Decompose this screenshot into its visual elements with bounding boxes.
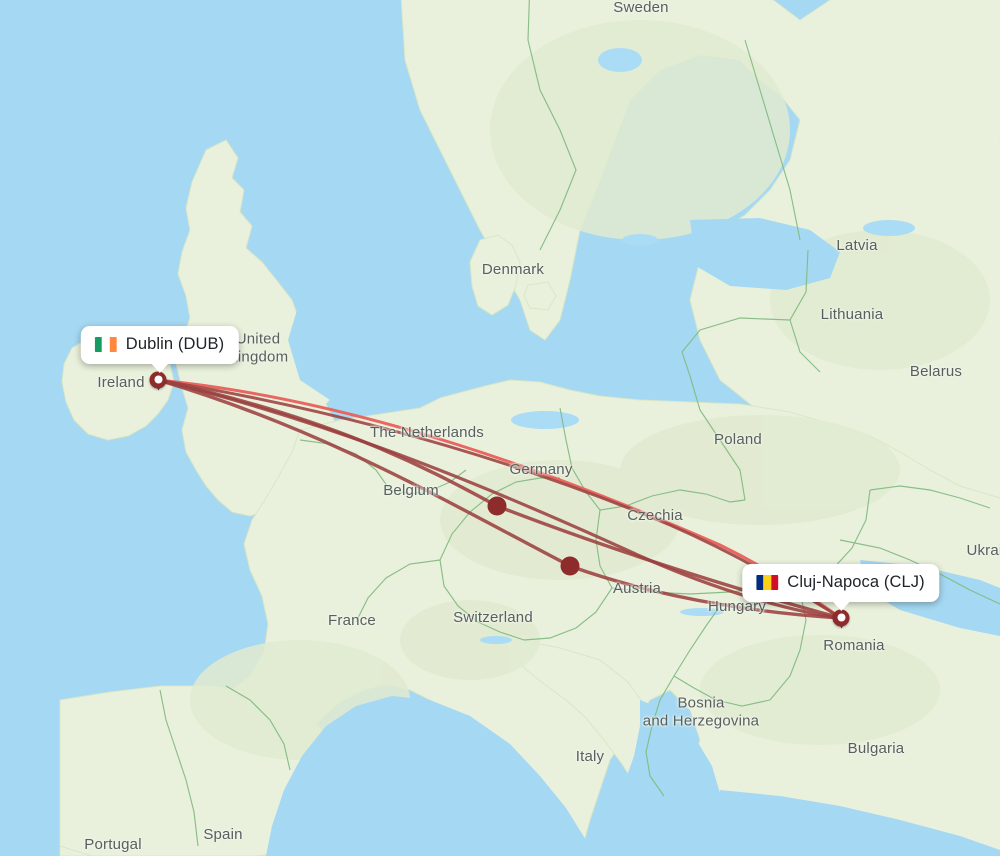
flag-icon-romania: [756, 575, 779, 590]
airport-tooltip-clj[interactable]: Cluj-Napoca (CLJ): [742, 564, 940, 611]
wp-frankfurt-dot[interactable]: [487, 496, 507, 516]
map-canvas: [0, 0, 1000, 856]
airport-tooltip-label: Dublin (DUB): [125, 335, 225, 353]
airport-marker-clj[interactable]: [832, 609, 850, 629]
airport-tooltip-dub[interactable]: Dublin (DUB): [80, 326, 240, 373]
airport-marker-dub[interactable]: [149, 371, 167, 391]
flight-route-map[interactable]: Sweden Denmark Latvia Lithuania Belarus Irela…: [0, 0, 1000, 856]
flag-icon-ireland: [94, 337, 117, 352]
wp-munich-dot[interactable]: [560, 556, 580, 576]
pin-hole-icon: [154, 375, 162, 384]
pin-hole-icon: [837, 613, 845, 622]
airport-tooltip-label: Cluj-Napoca (CLJ): [787, 573, 925, 591]
